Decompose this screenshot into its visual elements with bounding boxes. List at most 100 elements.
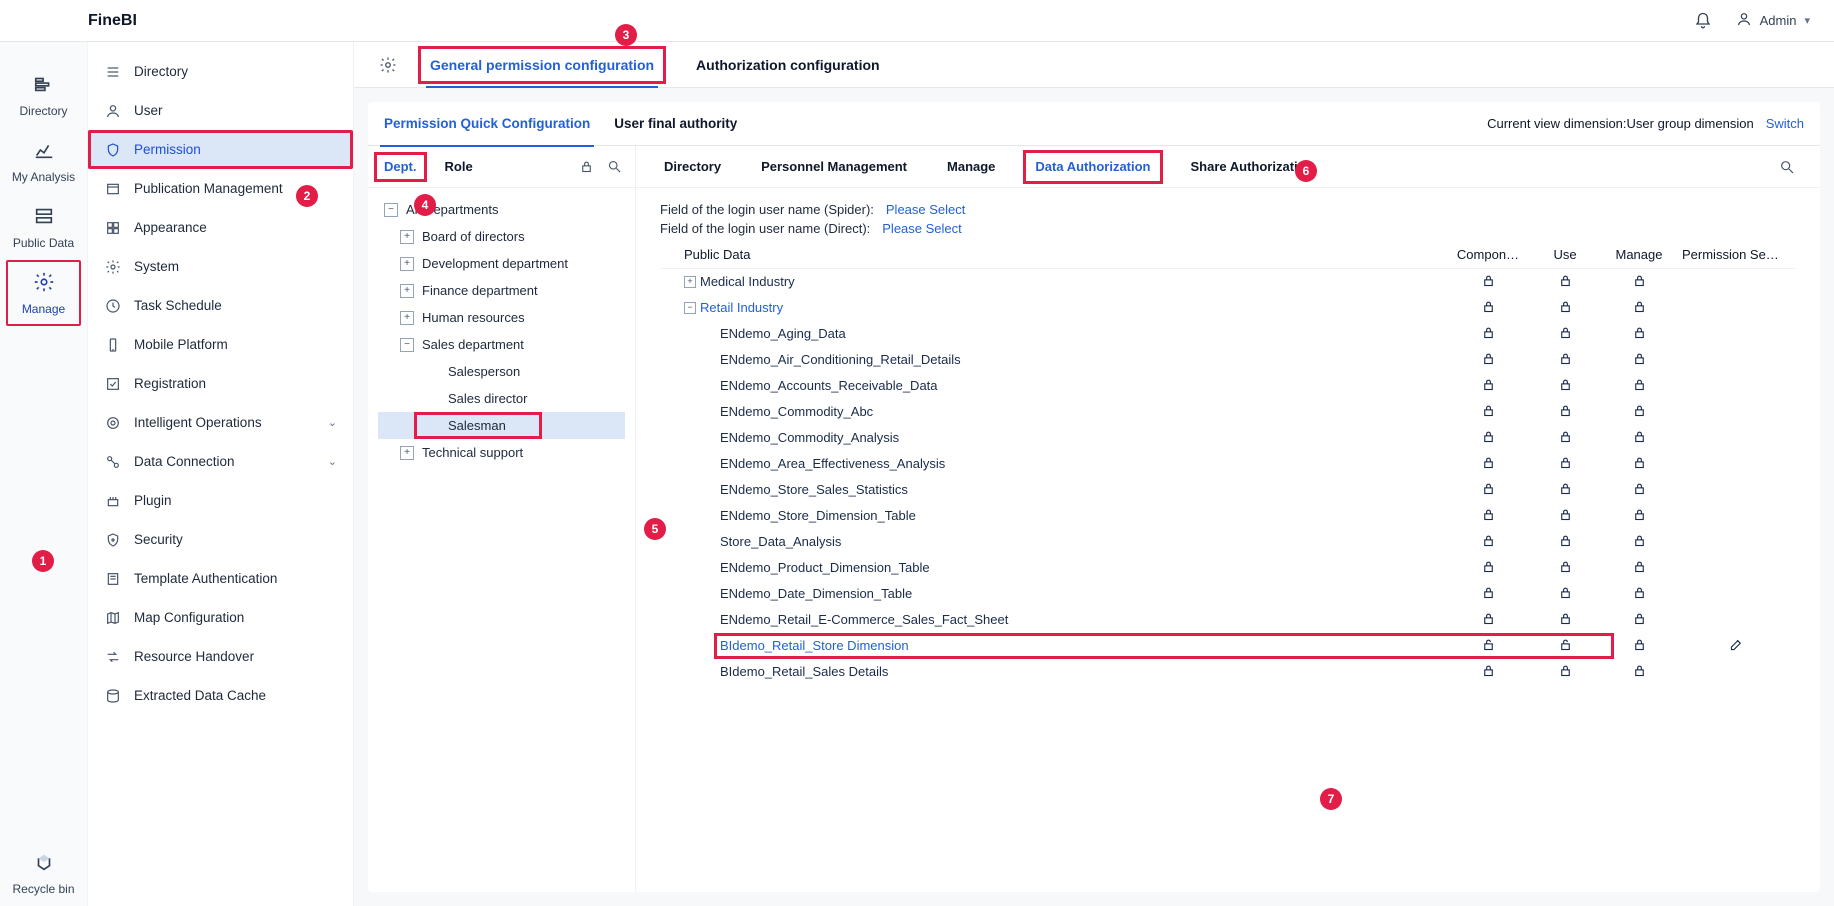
sidebar-item-template-auth[interactable]: Template Authentication — [88, 559, 353, 598]
lock-component[interactable] — [1448, 633, 1528, 659]
table-row[interactable]: ENdemo_Store_Dimension_Table — [660, 503, 1796, 529]
table-row[interactable]: +Medical Industry — [660, 268, 1796, 295]
lock-use[interactable] — [1528, 451, 1602, 477]
sidebar-item-registration[interactable]: Registration — [88, 364, 353, 403]
spider-select-link[interactable]: Please Select — [886, 202, 966, 217]
tab-general-permission[interactable]: General permission configuration — [418, 42, 666, 88]
lock-icon[interactable] — [577, 158, 595, 176]
tree-sales-director[interactable]: Sales director — [378, 385, 625, 412]
table-row[interactable]: ENdemo_Store_Sales_Statistics — [660, 477, 1796, 503]
collapse-icon[interactable]: − — [400, 338, 414, 352]
lock-component[interactable] — [1448, 321, 1528, 347]
tree-salesman[interactable]: Salesman — [378, 412, 625, 439]
rail-public-data[interactable]: Public Data — [0, 194, 87, 260]
lock-use[interactable] — [1528, 373, 1602, 399]
rtab-personnel[interactable]: Personnel Management — [757, 146, 911, 188]
lock-manage[interactable] — [1602, 373, 1676, 399]
collapse-icon[interactable]: − — [384, 203, 398, 217]
expand-icon[interactable]: + — [400, 311, 414, 325]
sidebar-item-plugin[interactable]: Plugin — [88, 481, 353, 520]
tree-salesperson[interactable]: Salesperson — [378, 358, 625, 385]
tree-sales[interactable]: −Sales department — [378, 331, 625, 358]
lock-use[interactable] — [1528, 659, 1602, 685]
lock-component[interactable] — [1448, 295, 1528, 321]
tree-board[interactable]: +Board of directors — [378, 223, 625, 250]
table-row[interactable]: ENdemo_Accounts_Receivable_Data — [660, 373, 1796, 399]
lock-use[interactable] — [1528, 268, 1602, 295]
sidebar-item-directory[interactable]: Directory — [88, 52, 353, 91]
lock-component[interactable] — [1448, 399, 1528, 425]
lock-component[interactable] — [1448, 425, 1528, 451]
lock-manage[interactable] — [1602, 607, 1676, 633]
lock-component[interactable] — [1448, 659, 1528, 685]
switch-link[interactable]: Switch — [1766, 116, 1804, 131]
lock-component[interactable] — [1448, 607, 1528, 633]
table-row[interactable]: ENdemo_Air_Conditioning_Retail_Details — [660, 347, 1796, 373]
lock-use[interactable] — [1528, 321, 1602, 347]
sidebar-item-resource-handover[interactable]: Resource Handover — [88, 637, 353, 676]
lock-manage[interactable] — [1602, 451, 1676, 477]
table-row[interactable]: ENdemo_Commodity_Abc — [660, 399, 1796, 425]
table-row[interactable]: Store_Data_Analysis — [660, 529, 1796, 555]
tree-hr[interactable]: +Human resources — [378, 304, 625, 331]
lock-use[interactable] — [1528, 581, 1602, 607]
rtab-manage[interactable]: Manage — [943, 146, 999, 188]
lock-manage[interactable] — [1602, 633, 1676, 659]
tree-technical[interactable]: +Technical support — [378, 439, 625, 466]
lock-component[interactable] — [1448, 529, 1528, 555]
sidebar-item-security[interactable]: Security — [88, 520, 353, 559]
lock-use[interactable] — [1528, 477, 1602, 503]
lock-manage[interactable] — [1602, 477, 1676, 503]
lock-use[interactable] — [1528, 555, 1602, 581]
expand-icon[interactable]: + — [400, 230, 414, 244]
lock-manage[interactable] — [1602, 268, 1676, 295]
lock-manage[interactable] — [1602, 295, 1676, 321]
lock-manage[interactable] — [1602, 399, 1676, 425]
direct-select-link[interactable]: Please Select — [882, 221, 962, 236]
rail-manage[interactable]: Manage — [0, 260, 87, 326]
lock-component[interactable] — [1448, 268, 1528, 295]
tab-authorization-config[interactable]: Authorization configuration — [684, 42, 892, 88]
notifications-icon[interactable] — [1694, 12, 1712, 30]
table-row[interactable]: ENdemo_Area_Effectiveness_Analysis — [660, 451, 1796, 477]
sidebar-item-mobile[interactable]: Mobile Platform — [88, 325, 353, 364]
table-row[interactable]: BIdemo_Retail_Sales Details — [660, 659, 1796, 685]
sidebar-item-user[interactable]: User — [88, 91, 353, 130]
lock-use[interactable] — [1528, 399, 1602, 425]
tree-finance[interactable]: +Finance department — [378, 277, 625, 304]
lock-component[interactable] — [1448, 451, 1528, 477]
search-icon[interactable] — [605, 158, 623, 176]
expand-icon[interactable]: + — [400, 284, 414, 298]
expand-icon[interactable]: + — [400, 446, 414, 460]
settings-icon[interactable] — [376, 53, 400, 77]
rtab-directory[interactable]: Directory — [660, 146, 725, 188]
lock-manage[interactable] — [1602, 321, 1676, 347]
lock-manage[interactable] — [1602, 503, 1676, 529]
table-row[interactable]: −Retail Industry — [660, 295, 1796, 321]
tab-role[interactable]: Role — [441, 146, 477, 188]
lock-component[interactable] — [1448, 555, 1528, 581]
rtab-data-authorization[interactable]: Data Authorization — [1031, 146, 1154, 188]
lock-use[interactable] — [1528, 607, 1602, 633]
sidebar-item-map-config[interactable]: Map Configuration — [88, 598, 353, 637]
lock-use[interactable] — [1528, 529, 1602, 555]
lock-manage[interactable] — [1602, 581, 1676, 607]
lock-manage[interactable] — [1602, 347, 1676, 373]
sidebar-item-appearance[interactable]: Appearance — [88, 208, 353, 247]
table-row[interactable]: ENdemo_Aging_Data — [660, 321, 1796, 347]
sidebar-item-task-schedule[interactable]: Task Schedule — [88, 286, 353, 325]
rail-directory[interactable]: Directory — [0, 62, 87, 128]
lock-use[interactable] — [1528, 503, 1602, 529]
tab-dept[interactable]: Dept. — [380, 146, 421, 188]
lock-use[interactable] — [1528, 347, 1602, 373]
lock-component[interactable] — [1448, 581, 1528, 607]
expand-icon[interactable]: + — [400, 257, 414, 271]
sidebar-item-data-connection[interactable]: Data Connection⌄ — [88, 442, 353, 481]
expand-icon[interactable]: + — [684, 276, 696, 288]
table-row[interactable]: ENdemo_Product_Dimension_Table — [660, 555, 1796, 581]
table-row[interactable]: BIdemo_Retail_Store Dimension — [660, 633, 1796, 659]
user-menu[interactable]: Admin ▾ — [1736, 11, 1810, 30]
collapse-icon[interactable]: − — [684, 302, 696, 314]
search-icon[interactable] — [1778, 158, 1796, 176]
subtab-quick-config[interactable]: Permission Quick Configuration — [384, 102, 590, 146]
